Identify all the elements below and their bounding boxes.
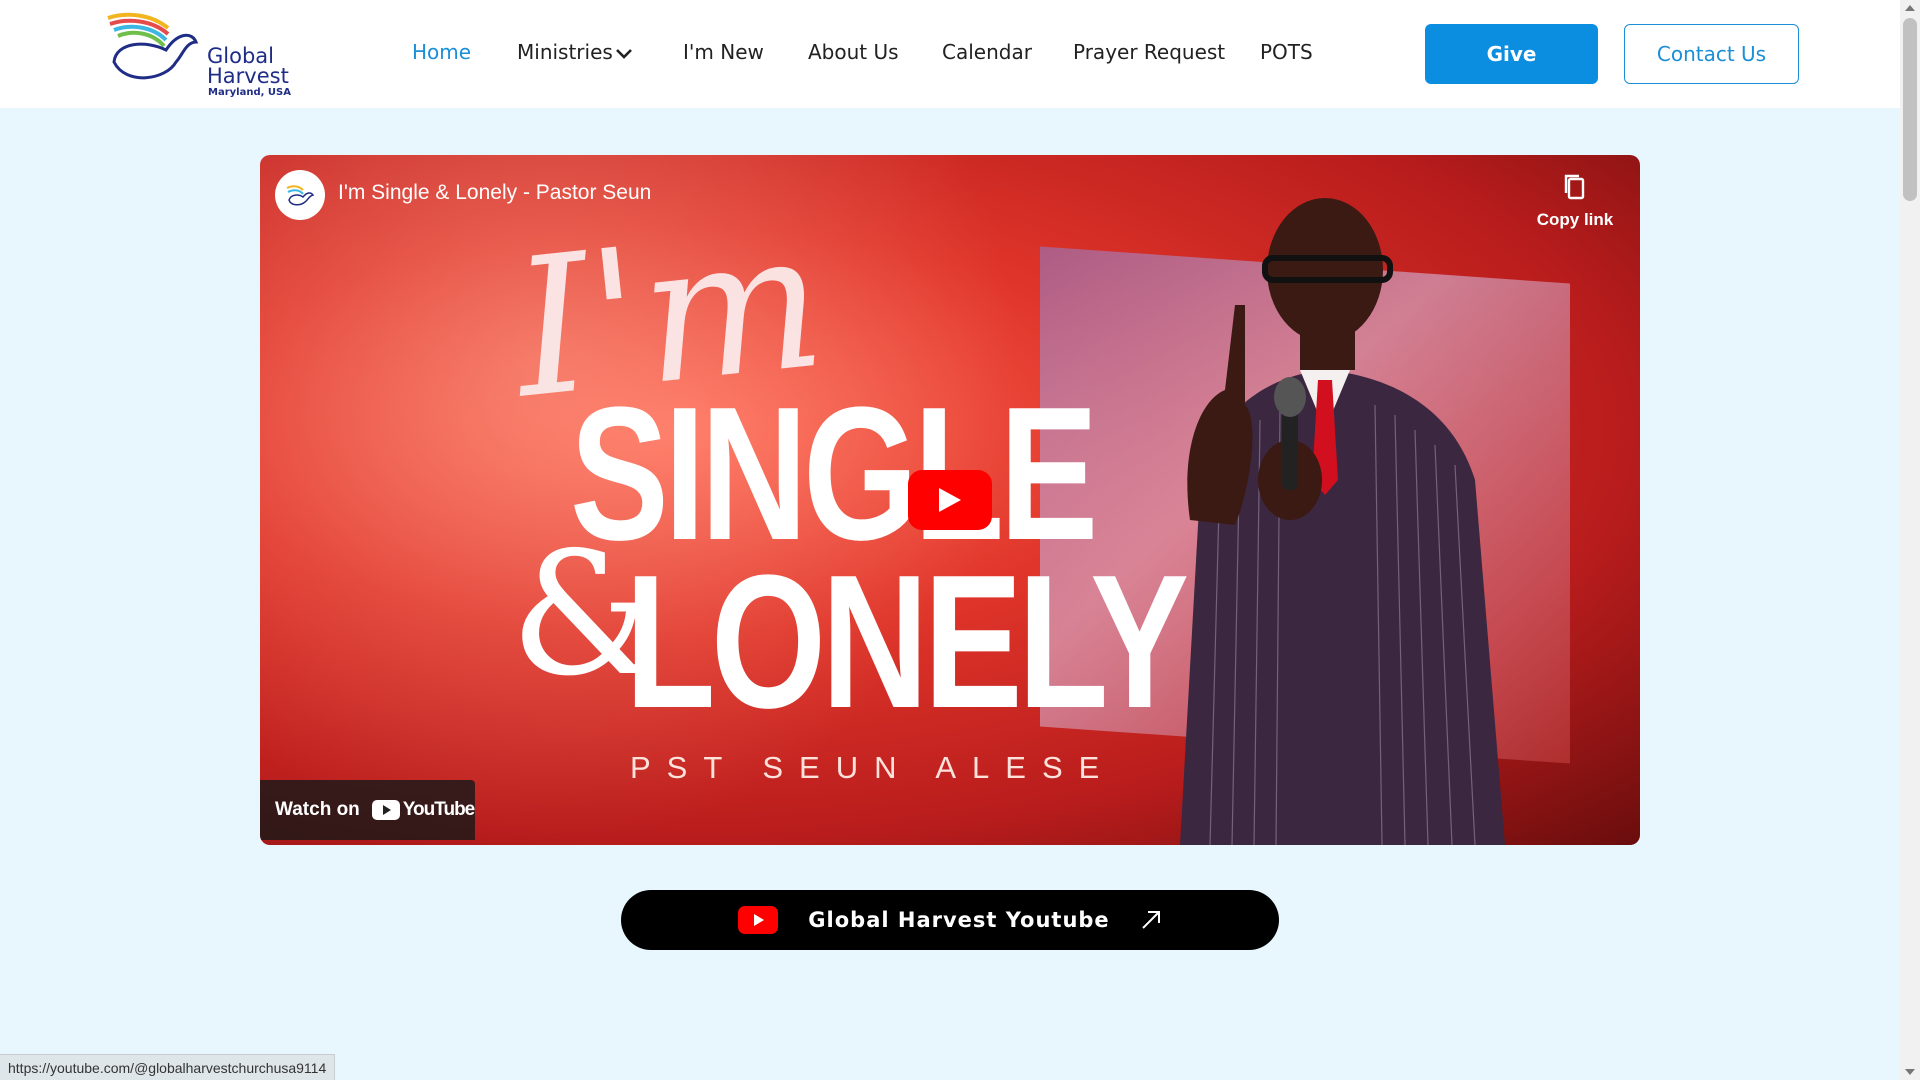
thumbnail-text-lonely: LONELY (625, 536, 1189, 748)
thumbnail-text-pastor: PST SEUN ALESE (630, 750, 1116, 785)
nav-home[interactable]: Home (412, 40, 471, 64)
nav-pots[interactable]: POTS (1260, 40, 1313, 64)
page-scrollbar[interactable] (1900, 0, 1920, 1080)
global-harvest-youtube-button[interactable]: Global Harvest Youtube (621, 890, 1279, 950)
contact-us-button[interactable]: Contact Us (1624, 24, 1799, 84)
copy-link-label: Copy link (1536, 210, 1614, 229)
nav-calendar[interactable]: Calendar (942, 40, 1032, 64)
logo-text-location: Maryland, USA (208, 87, 291, 98)
youtube-video-embed[interactable]: I'm SINGLE & LONELY PST SEUN ALESE I'm S… (260, 155, 1640, 845)
youtube-wordmark-text: YouTube (402, 799, 475, 820)
link-status-bar: https://youtube.com/@globalharvestchurch… (0, 1054, 336, 1080)
youtube-logo-icon (738, 906, 779, 934)
youtube-button-label: Global Harvest Youtube (808, 908, 1110, 932)
site-header: Global Harvest Maryland, USA Home Minist… (0, 0, 1900, 108)
site-logo[interactable]: Global Harvest Maryland, USA (106, 12, 296, 100)
youtube-wordmark: YouTube (371, 799, 475, 821)
play-icon (939, 488, 961, 512)
copy-icon (1564, 174, 1585, 200)
scroll-thumb[interactable] (1903, 18, 1917, 201)
copy-link-button[interactable]: Copy link (1535, 173, 1615, 230)
dove-logo-icon (107, 12, 199, 80)
channel-avatar[interactable] (275, 170, 325, 220)
video-title[interactable]: I'm Single & Lonely - Pastor Seun (338, 181, 651, 205)
external-link-arrow-icon (1141, 911, 1160, 929)
channel-logo-icon (286, 185, 315, 206)
nav-ministries[interactable]: Ministries (517, 40, 613, 64)
give-button[interactable]: Give (1425, 24, 1598, 84)
nav-im-new[interactable]: I'm New (683, 40, 764, 64)
youtube-logo-icon (371, 800, 400, 820)
scroll-down-arrow-icon[interactable] (1905, 1069, 1915, 1075)
scroll-up-arrow-icon[interactable] (1905, 5, 1915, 11)
watch-on-youtube-button[interactable]: Watch on YouTube (260, 780, 475, 840)
watch-on-label: Watch on (275, 799, 360, 820)
play-button[interactable] (908, 470, 992, 530)
nav-prayer-request[interactable]: Prayer Request (1073, 40, 1225, 64)
chevron-down-icon[interactable] (615, 48, 633, 60)
logo-text-harvest: Harvest (207, 64, 289, 88)
nav-about-us[interactable]: About Us (808, 40, 899, 64)
